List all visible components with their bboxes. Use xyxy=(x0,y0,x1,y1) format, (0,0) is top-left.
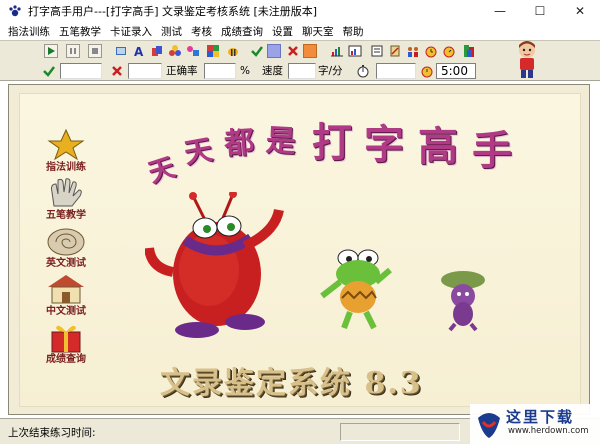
stop-button[interactable] xyxy=(88,44,102,58)
title-bar: 打字高手用户---[打字高手] 文录鉴定考核系统 [未注册版本] — ☐ ✕ xyxy=(0,0,600,22)
play-button[interactable] xyxy=(44,44,58,58)
toolbar-stats: 正确率 % 速度 字/分 5:00 xyxy=(0,61,600,81)
stop-icon xyxy=(92,48,98,54)
shell-icon xyxy=(47,228,85,256)
close-button[interactable]: ✕ xyxy=(560,0,600,22)
green-alien-mascot xyxy=(320,249,392,330)
palette-icon[interactable] xyxy=(206,44,220,58)
nav-fingering-button[interactable]: 指法训练 xyxy=(36,128,96,174)
blue-square-icon[interactable] xyxy=(267,44,281,58)
nav-score-query-label: 成绩查询 xyxy=(46,354,86,365)
speed-unit: 字/分 xyxy=(318,65,343,77)
orange-square-icon[interactable] xyxy=(303,44,317,58)
speed-label: 速度 xyxy=(262,65,283,77)
menu-chatroom[interactable]: 聊天室 xyxy=(302,24,334,39)
stopwatch-icon xyxy=(357,65,369,78)
wrong-count-field xyxy=(128,63,162,79)
check-icon[interactable] xyxy=(250,44,264,58)
headline-char-3: 都 xyxy=(223,124,256,162)
alarm-clock-2-icon[interactable] xyxy=(442,44,456,58)
wrong-cross-icon xyxy=(112,66,122,76)
red-alien-mascot xyxy=(145,192,284,338)
svg-text:A: A xyxy=(134,45,144,58)
window-title: 打字高手用户---[打字高手] 文录鉴定考核系统 [未注册版本] xyxy=(28,5,318,18)
play-icon xyxy=(48,47,55,55)
menu-settings[interactable]: 设置 xyxy=(272,24,293,39)
nav-chinese-test-button[interactable]: 中文测试 xyxy=(36,272,96,318)
menu-exam[interactable]: 考核 xyxy=(191,24,212,39)
watermark-text: 这里下载 xyxy=(506,408,575,426)
headline-char-7: 高 xyxy=(418,123,458,170)
window-chart-icon[interactable] xyxy=(348,44,362,58)
chart-icon[interactable] xyxy=(330,44,344,58)
people-icon[interactable] xyxy=(406,44,420,58)
purple-mushroom-mascot xyxy=(441,271,485,332)
pause-icon xyxy=(70,48,76,54)
door-icon[interactable] xyxy=(462,44,476,58)
headline-char-5: 打 xyxy=(312,119,352,166)
headline-char-6: 字 xyxy=(364,121,404,168)
watermark: 这里下载 www.herdown.com xyxy=(470,404,600,444)
bee-icon[interactable] xyxy=(226,44,240,58)
system-title: 文录鉴定系统 8.3 xyxy=(160,366,423,401)
toolbar-main: A xyxy=(0,40,600,61)
alarm-clock-icon[interactable] xyxy=(424,44,438,58)
timer-clock-icon xyxy=(421,66,433,78)
nav-chinese-test-label: 中文测试 xyxy=(46,306,86,317)
minimize-button[interactable]: — xyxy=(480,0,520,22)
elapsed-time-field xyxy=(376,63,416,79)
avatar[interactable] xyxy=(514,40,540,80)
gift-icon xyxy=(51,325,81,353)
app-paw-icon xyxy=(9,5,21,17)
watermark-logo-icon xyxy=(478,413,500,438)
headline-char-4: 是 xyxy=(264,123,297,160)
status-segment-1 xyxy=(340,423,460,441)
nav-english-test-button[interactable]: 英文测试 xyxy=(36,224,96,270)
menu-help[interactable]: 帮助 xyxy=(343,24,364,39)
hand-icon xyxy=(51,178,82,207)
nav-fingering-label: 指法训练 xyxy=(46,162,86,173)
cross-icon[interactable] xyxy=(286,44,300,58)
pen-icon[interactable] xyxy=(388,44,402,58)
percent-unit: % xyxy=(240,65,250,77)
last-practice-time-label: 上次结束练习时间: xyxy=(8,427,96,439)
house-icon xyxy=(48,275,84,304)
menu-test[interactable]: 测试 xyxy=(161,24,182,39)
menu-bar: 指法训练 五笔教学 卡证录入 测试 考核 成绩查询 设置 聊天室 帮助 xyxy=(0,22,600,40)
menu-wubi[interactable]: 五笔教学 xyxy=(59,24,101,39)
nav-wubi-button[interactable]: 五笔教学 xyxy=(36,176,96,222)
balls-icon[interactable] xyxy=(168,44,182,58)
shapes-icon[interactable] xyxy=(186,44,200,58)
nav-english-test-label: 英文测试 xyxy=(46,258,86,269)
correct-check-icon xyxy=(43,66,55,77)
accuracy-label: 正确率 xyxy=(166,65,198,77)
cards-icon[interactable] xyxy=(150,44,164,58)
nav-wubi-label: 五笔教学 xyxy=(46,210,86,221)
menu-card-entry[interactable]: 卡证录入 xyxy=(110,24,152,39)
nav-score-query-button[interactable]: 成绩查询 xyxy=(36,320,96,366)
list-icon[interactable] xyxy=(370,44,384,58)
font-a-icon[interactable]: A xyxy=(132,44,146,58)
correct-count-field xyxy=(60,63,102,79)
headline-char-8: 手 xyxy=(472,127,512,174)
maximize-button[interactable]: ☐ xyxy=(520,0,560,22)
menu-score-query[interactable]: 成绩查询 xyxy=(221,24,263,39)
book-icon[interactable] xyxy=(114,44,128,58)
menu-fingering[interactable]: 指法训练 xyxy=(8,24,50,39)
star-icon xyxy=(47,128,85,161)
accuracy-field xyxy=(204,63,236,79)
watermark-url: www.herdown.com xyxy=(508,426,589,436)
timer-display: 5:00 xyxy=(436,63,476,79)
pause-button[interactable] xyxy=(66,44,80,58)
speed-field xyxy=(288,63,316,79)
